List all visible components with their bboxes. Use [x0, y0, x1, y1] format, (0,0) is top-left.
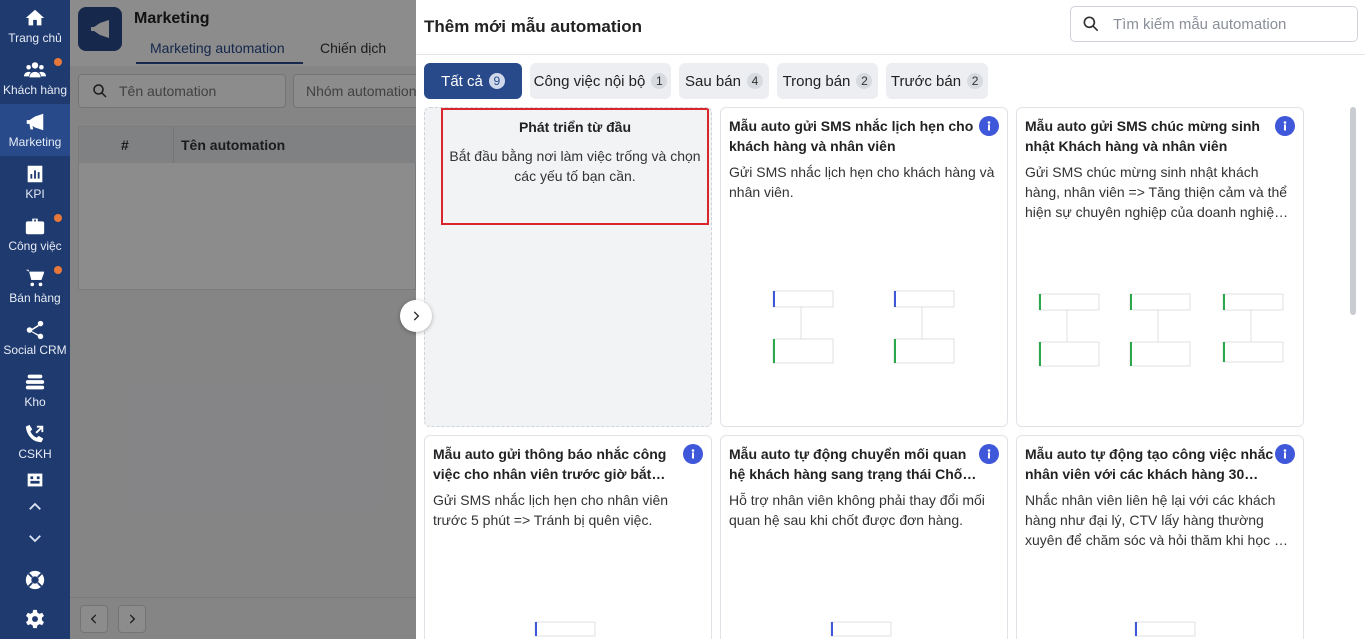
info-icon[interactable]	[979, 444, 999, 464]
tab-label: Sau bán	[685, 72, 741, 90]
tab-label: Trước bán	[890, 72, 962, 90]
share-icon	[26, 320, 44, 340]
template-card[interactable]: Mẫu auto tự động chuyển mối quan hệ khác…	[720, 435, 1008, 639]
nav-label: Bán hàng	[9, 291, 61, 305]
cart-icon	[25, 269, 45, 287]
warehouse-icon	[25, 374, 45, 390]
workflow-preview	[425, 620, 711, 639]
nav-label: Marketing	[8, 135, 62, 149]
drawer-title: Thêm mới mẫu automation	[424, 17, 642, 36]
tab-all[interactable]: Tất cả 9	[424, 63, 522, 99]
modal-overlay[interactable]	[70, 0, 416, 639]
tab-count-badge: 2	[967, 73, 984, 89]
nav-label: Kho	[24, 395, 46, 409]
template-card[interactable]: Mẫu auto tự động tạo công việc nhắc nhân…	[1016, 435, 1304, 639]
nav-item-home[interactable]: Trang chủ	[0, 0, 70, 52]
notification-dot	[54, 266, 62, 274]
start-from-scratch-card[interactable]: Phát triển từ đầu Bắt đầu bằng nơi làm v…	[424, 107, 712, 427]
card-description: Gửi SMS nhắc lịch hẹn cho khách hàng và …	[729, 164, 995, 200]
nav-label: KPI	[25, 187, 45, 201]
nav-label: Khách hàng	[2, 83, 68, 97]
card-title: Mẫu auto tự động tạo công việc nhắc nhân…	[1025, 446, 1274, 482]
tab-during-sale[interactable]: Trong bán 2	[777, 63, 878, 99]
card-description: Gửi SMS nhắc lịch hẹn cho nhân viên trướ…	[433, 492, 669, 528]
home-icon	[25, 9, 45, 26]
toolbox-icon	[27, 473, 43, 487]
card-description: Bắt đầu bằng nơi làm việc trống và chọn …	[449, 148, 701, 184]
info-icon[interactable]	[1275, 116, 1295, 136]
nav-label: CSKH	[18, 447, 52, 461]
chevron-down-icon	[29, 535, 41, 543]
phone-icon	[25, 424, 44, 443]
left-navigation: Trang chủ Khách hàng Marketing KPI Công …	[0, 0, 70, 639]
card-title: Mẫu auto gửi SMS nhắc lịch hẹn cho khách…	[729, 118, 974, 154]
chevron-right-icon	[413, 311, 420, 321]
users-icon	[24, 62, 46, 78]
info-icon[interactable]	[979, 116, 999, 136]
tab-label: Công việc nội bộ	[533, 72, 646, 90]
card-title: Mẫu auto gửi SMS chúc mừng sinh nhật Khá…	[1025, 118, 1260, 154]
megaphone-icon	[26, 113, 44, 131]
chart-icon	[27, 165, 43, 183]
nav-item-more[interactable]	[0, 466, 70, 496]
search-icon	[1083, 16, 1099, 32]
workflow-preview	[721, 620, 1007, 639]
tab-label: Trong bán	[782, 72, 851, 90]
nav-label: Công việc	[8, 239, 62, 253]
divider	[416, 54, 1365, 55]
tab-count-badge: 9	[488, 73, 505, 89]
workflow-preview	[721, 283, 1007, 373]
card-title: Mẫu auto tự động chuyển mối quan hệ khác…	[729, 446, 968, 482]
nav-label: Trang chủ	[8, 31, 62, 45]
nav-scroll-down[interactable]	[0, 525, 70, 551]
template-card[interactable]: Mẫu auto gửi SMS nhắc lịch hẹn cho khách…	[720, 107, 1008, 427]
notification-dot	[54, 58, 62, 66]
nav-item-kpi[interactable]: KPI	[0, 156, 70, 208]
nav-label: Social CRM	[3, 343, 67, 357]
nav-item-warehouse[interactable]: Kho	[0, 364, 70, 416]
template-drawer: Thêm mới mẫu automation Tất cả 9 Công vi…	[416, 0, 1365, 639]
workflow-preview	[1017, 286, 1303, 376]
scrollbar-thumb[interactable]	[1350, 107, 1356, 315]
template-card[interactable]: Mẫu auto gửi thông báo nhắc công việc ch…	[424, 435, 712, 639]
tab-count-badge: 1	[651, 73, 668, 89]
nav-item-customers[interactable]: Khách hàng	[0, 52, 70, 104]
nav-item-social-crm[interactable]: Social CRM	[0, 312, 70, 364]
card-title: Mẫu auto gửi thông báo nhắc công việc ch…	[433, 446, 667, 482]
tab-after-sale[interactable]: Sau bán 4	[679, 63, 769, 99]
nav-scroll-up[interactable]	[0, 494, 70, 520]
tab-label: Tất cả	[441, 72, 483, 90]
workflow-preview	[1017, 620, 1303, 639]
collapse-drawer-button[interactable]	[400, 300, 432, 332]
nav-item-marketing[interactable]: Marketing	[0, 104, 70, 156]
search-input[interactable]	[1113, 15, 1333, 33]
tab-internal-tasks[interactable]: Công việc nội bộ 1	[530, 63, 671, 99]
card-description: Nhắc nhân viên liên hệ lại với các khách…	[1025, 492, 1290, 548]
help-button[interactable]	[0, 564, 70, 596]
nav-item-sales[interactable]: Bán hàng	[0, 260, 70, 312]
nav-item-customer-care[interactable]: CSKH	[0, 416, 70, 468]
nav-item-tasks[interactable]: Công việc	[0, 208, 70, 260]
template-grid: Phát triển từ đầu Bắt đầu bằng nơi làm v…	[424, 107, 1352, 639]
tab-count-badge: 4	[746, 73, 763, 89]
template-search[interactable]	[1070, 6, 1358, 42]
highlight-box: Phát triển từ đầu Bắt đầu bằng nơi làm v…	[441, 108, 709, 225]
gear-icon	[26, 609, 44, 629]
lifebuoy-icon	[25, 570, 45, 590]
info-icon[interactable]	[1275, 444, 1295, 464]
tab-count-badge: 2	[856, 73, 873, 89]
card-description: Hỗ trợ nhân viên không phải thay đổi mối…	[729, 492, 985, 528]
tab-before-sale[interactable]: Trước bán 2	[886, 63, 988, 99]
card-title: Phát triển từ đầu	[518, 119, 632, 135]
notification-dot	[54, 214, 62, 222]
briefcase-icon	[25, 218, 45, 235]
chevron-up-icon	[29, 502, 41, 510]
info-icon[interactable]	[683, 444, 703, 464]
settings-button[interactable]	[0, 603, 70, 635]
template-card[interactable]: Mẫu auto gửi SMS chúc mừng sinh nhật Khá…	[1016, 107, 1304, 427]
card-description: Gửi SMS chúc mừng sinh nhật khách hàng, …	[1025, 164, 1288, 220]
